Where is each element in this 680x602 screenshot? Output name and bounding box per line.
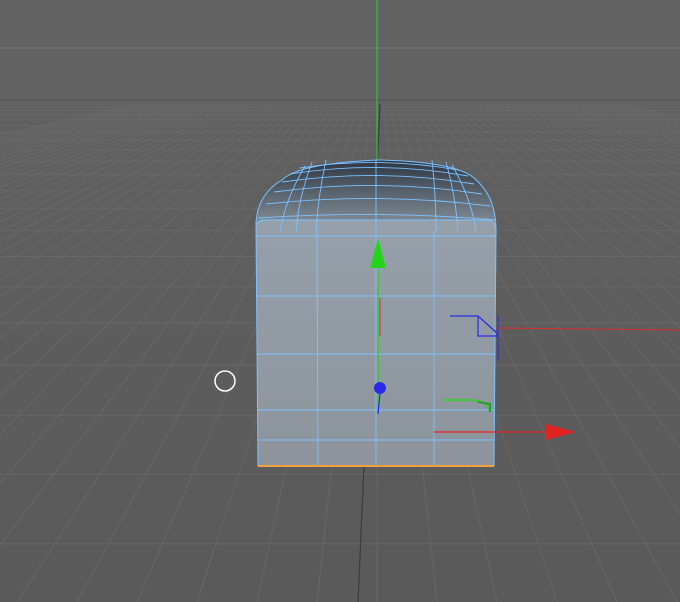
grid-line [0, 103, 196, 165]
grid-line [528, 103, 680, 161]
grid-line [619, 103, 680, 119]
grid-line [467, 103, 680, 235]
grid-line [0, 103, 220, 183]
grid-line [492, 103, 680, 196]
horizon [0, 0, 680, 101]
grid-line [0, 103, 171, 151]
grid-line [0, 103, 287, 281]
grid-line [564, 103, 680, 139]
grid-line [479, 103, 680, 214]
grid-line [0, 103, 275, 254]
grid-line [534, 103, 680, 157]
grid-line [0, 103, 269, 242]
grid-line [0, 103, 184, 158]
grid-line [516, 103, 680, 171]
grid-line [0, 103, 141, 138]
world-axis-x [496, 327, 680, 331]
grid-line [577, 103, 680, 134]
grid-line [0, 103, 238, 200]
grid-line [522, 103, 680, 165]
dot-icon[interactable] [374, 382, 386, 394]
circle-cursor-icon [214, 370, 236, 392]
viewport-canvas[interactable] [0, 0, 680, 602]
grid-line [0, 103, 214, 178]
grid-line [0, 103, 262, 232]
grid-line [570, 103, 680, 136]
grid-line [0, 103, 281, 267]
grid-line [558, 103, 680, 142]
3d-viewport[interactable] [0, 0, 680, 602]
grid-line [0, 103, 299, 317]
grid-line [510, 103, 680, 176]
grid-line [601, 103, 680, 125]
grid-line [0, 103, 135, 136]
arrow-right-icon[interactable] [546, 424, 576, 440]
grid-line [0, 103, 165, 148]
grid-line [0, 103, 232, 194]
selected-object-rounded-box[interactable] [255, 159, 497, 467]
grid-line [0, 103, 208, 173]
grid-line [0, 103, 202, 169]
grid-line [485, 103, 680, 204]
grid-line [504, 103, 680, 182]
